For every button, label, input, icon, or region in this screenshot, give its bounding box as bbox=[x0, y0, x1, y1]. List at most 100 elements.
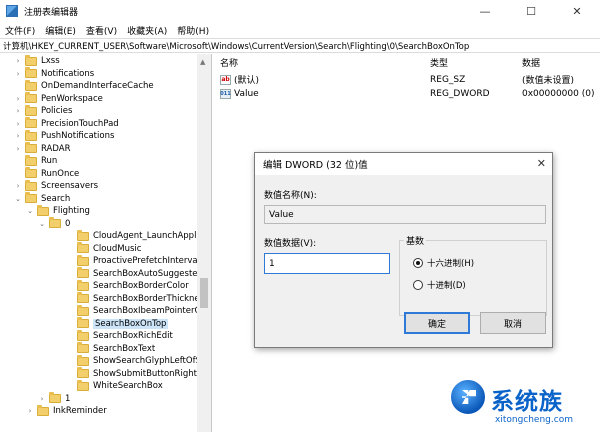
tree-item-label: SearchBoxRichEdit bbox=[93, 331, 173, 342]
value-data-input[interactable]: 1 bbox=[264, 253, 390, 274]
folder-icon bbox=[49, 217, 61, 229]
column-type-header[interactable]: 类型 bbox=[430, 56, 448, 69]
radio-selected-icon[interactable] bbox=[413, 258, 423, 268]
tree-item[interactable]: › RADAR bbox=[0, 142, 211, 156]
tree-item[interactable]: › PrecisionTouchPad bbox=[0, 117, 211, 131]
menu-help[interactable]: 帮助(H) bbox=[172, 24, 214, 37]
tree-item[interactable]: › Screensavers bbox=[0, 179, 211, 193]
tree-item[interactable]: › PenWorkspace bbox=[0, 92, 211, 106]
window-controls: — ☐ ✕ bbox=[462, 0, 600, 22]
chevron-right-icon[interactable]: › bbox=[14, 106, 22, 116]
chevron-right-icon[interactable]: › bbox=[38, 394, 46, 404]
tree-item[interactable]: ProactivePrefetchIntervalMin bbox=[0, 254, 212, 268]
scroll-thumb[interactable] bbox=[200, 278, 208, 308]
ok-button[interactable]: 确定 bbox=[404, 312, 470, 334]
chevron-right-icon[interactable]: › bbox=[14, 144, 22, 154]
menu-favorites[interactable]: 收藏夹(A) bbox=[122, 24, 172, 37]
value-name-label: 数值名称(N): bbox=[264, 191, 317, 201]
cancel-button[interactable]: 取消 bbox=[480, 312, 546, 334]
tree-item-label: SearchBoxText bbox=[93, 343, 156, 354]
tree-item[interactable]: › 1 bbox=[0, 392, 211, 406]
tree-item[interactable]: SearchBoxAutoSuggestedFo bbox=[0, 267, 211, 281]
tree-item-label: Run bbox=[41, 156, 58, 167]
tree-item[interactable]: › Policies bbox=[0, 104, 211, 118]
tree-item[interactable]: › Notifications bbox=[0, 67, 211, 81]
chevron-down-icon[interactable]: ⌄ bbox=[38, 219, 46, 229]
folder-icon bbox=[37, 204, 49, 216]
chevron-down-icon[interactable]: ⌄ bbox=[14, 194, 22, 204]
tree-item[interactable]: SearchBoxBorderColor bbox=[0, 279, 211, 293]
tree-item[interactable]: › InkReminder bbox=[0, 404, 211, 418]
tree-item[interactable]: SearchBoxOnTop bbox=[0, 317, 211, 331]
chevron-right-icon[interactable]: › bbox=[14, 56, 22, 66]
value-row-default[interactable]: ab (默认) REG_SZ (数值未设置) bbox=[216, 73, 600, 86]
chevron-right-icon[interactable]: › bbox=[14, 119, 22, 129]
chevron-right-icon[interactable]: › bbox=[26, 406, 34, 416]
dialog-title: 编辑 DWORD (32 位)值 bbox=[263, 160, 368, 171]
regedit-app-icon bbox=[6, 5, 18, 17]
tree-item-label: ProactivePrefetchIntervalMin bbox=[93, 256, 212, 267]
tree-item[interactable]: RunOnce bbox=[0, 167, 211, 181]
folder-icon bbox=[77, 379, 89, 391]
edit-dword-dialog: 编辑 DWORD (32 位)值 ✕ 数值名称(N): Value 数值数据(V… bbox=[254, 152, 553, 348]
tree-item[interactable]: ShowSubmitButtonRightOfSe bbox=[0, 367, 212, 381]
column-data-header[interactable]: 数据 bbox=[522, 56, 540, 69]
tree-item[interactable]: SearchBoxIbeamPointerOnHi bbox=[0, 304, 212, 318]
tree-item-label: CloudMusic bbox=[93, 243, 142, 254]
close-button[interactable]: ✕ bbox=[554, 0, 600, 22]
window-title: 注册表编辑器 bbox=[24, 7, 79, 18]
dialog-close-button[interactable]: ✕ bbox=[537, 157, 546, 170]
folder-icon bbox=[25, 92, 37, 104]
chevron-right-icon[interactable]: › bbox=[14, 131, 22, 141]
tree-item[interactable]: ShowSearchGlyphLeftOfSear bbox=[0, 354, 212, 368]
minimize-button[interactable]: — bbox=[462, 0, 508, 22]
dec-radio[interactable]: 十进制(D) bbox=[413, 279, 466, 291]
tree-item[interactable]: OnDemandInterfaceCache bbox=[0, 79, 211, 93]
tree-item[interactable]: SearchBoxRichEdit bbox=[0, 329, 211, 343]
folder-icon bbox=[25, 129, 37, 141]
registry-tree[interactable]: › Lxss › Notifications OnDemandInterfaceCach… bbox=[0, 54, 212, 432]
maximize-button[interactable]: ☐ bbox=[508, 0, 554, 22]
chevron-right-icon[interactable]: › bbox=[14, 69, 22, 79]
menu-edit[interactable]: 编辑(E) bbox=[40, 24, 81, 37]
tree-item-label: RunOnce bbox=[41, 168, 80, 179]
radio-unselected-icon[interactable] bbox=[413, 280, 423, 290]
chevron-right-icon[interactable]: › bbox=[14, 181, 22, 191]
chevron-down-icon[interactable]: ⌄ bbox=[26, 206, 34, 216]
folder-icon bbox=[77, 279, 89, 291]
tree-item-label: ShowSearchGlyphLeftOfSear bbox=[93, 356, 212, 367]
hex-radio[interactable]: 十六进制(H) bbox=[413, 257, 474, 269]
tree-item-label: SearchBoxIbeamPointerOnHi bbox=[93, 306, 212, 317]
tree-item[interactable]: WhiteSearchBox bbox=[0, 379, 211, 393]
folder-icon bbox=[37, 404, 49, 416]
watermark-text: 系统族 bbox=[491, 389, 563, 415]
tree-item[interactable]: › PushNotifications bbox=[0, 129, 211, 143]
tree-scrollbar[interactable]: ▲ bbox=[197, 54, 211, 432]
tree-item[interactable]: SearchBoxText bbox=[0, 342, 211, 356]
scroll-up-icon[interactable]: ▲ bbox=[200, 58, 205, 66]
tree-item[interactable]: CloudMusic bbox=[0, 242, 211, 256]
tree-item-label: ShowSubmitButtonRightOfSe bbox=[93, 368, 212, 379]
tree-item[interactable]: › Lxss bbox=[0, 54, 211, 68]
column-name-header[interactable]: 名称 bbox=[220, 56, 238, 69]
base-groupbox bbox=[399, 240, 547, 316]
tree-item[interactable]: ⌄ 0 bbox=[0, 217, 211, 231]
values-header: 名称 类型 数据 bbox=[216, 56, 600, 69]
tree-item[interactable]: CloudAgent_LaunchApplicati bbox=[0, 229, 211, 243]
menu-file[interactable]: 文件(F) bbox=[0, 24, 40, 37]
folder-icon bbox=[25, 154, 37, 166]
folder-icon bbox=[77, 304, 89, 316]
value-row-value[interactable]: 011 Value REG_DWORD 0x00000000 (0) bbox=[216, 87, 600, 100]
tree-item[interactable]: SearchBoxBorderThickness bbox=[0, 292, 211, 306]
menu-view[interactable]: 查看(V) bbox=[81, 24, 122, 37]
tree-item[interactable]: Run bbox=[0, 154, 211, 168]
tree-item[interactable]: ⌄ Flighting bbox=[0, 204, 211, 218]
tree-item[interactable]: ⌄ Search bbox=[0, 192, 211, 206]
tree-item-label: Lxss bbox=[41, 56, 60, 67]
chevron-right-icon[interactable]: › bbox=[14, 94, 22, 104]
tree-item-label: 1 bbox=[65, 393, 71, 404]
address-bar[interactable]: 计算机\HKEY_CURRENT_USER\Software\Microsoft… bbox=[0, 38, 600, 53]
